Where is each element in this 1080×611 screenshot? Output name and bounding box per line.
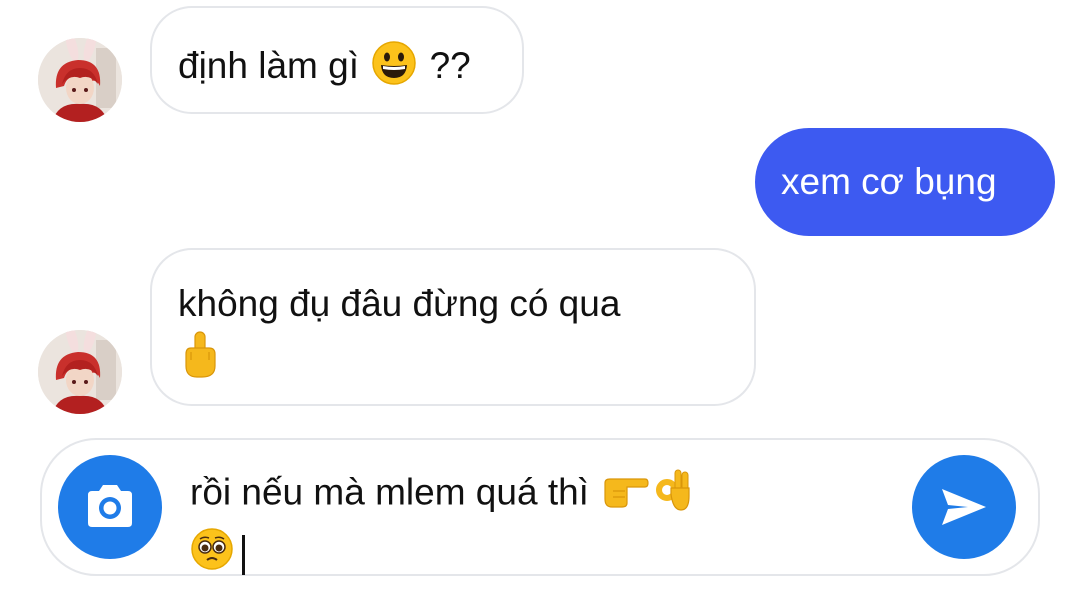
contact-avatar[interactable] — [38, 38, 122, 122]
message-text: xem cơ bụng — [781, 161, 997, 202]
incoming-message-bubble[interactable]: định làm gì ?? — [150, 6, 524, 114]
pleading-face-emoji-icon — [190, 527, 234, 582]
message-input[interactable]: rồi nếu mà mlem quá thì — [190, 466, 890, 582]
camera-button[interactable] — [58, 455, 162, 559]
ok-hand-emoji-icon — [653, 466, 693, 523]
chat-screen: định làm gì ?? xem cơ bụng không đụ đâu … — [0, 0, 1080, 611]
avatar-image — [38, 38, 122, 122]
message-text: định làm gì — [178, 44, 359, 86]
contact-avatar[interactable] — [38, 330, 122, 414]
message-suffix: ?? — [429, 44, 471, 86]
text-cursor — [242, 534, 245, 575]
composer-text: rồi nếu mà mlem quá thì — [190, 471, 589, 513]
pointing-right-emoji-icon — [601, 469, 649, 520]
message-composer: rồi nếu mà mlem quá thì — [40, 438, 1040, 576]
outgoing-message-bubble[interactable]: xem cơ bụng — [755, 128, 1055, 236]
avatar-image — [38, 330, 122, 414]
send-icon — [942, 489, 986, 525]
middle-finger-emoji-icon — [178, 330, 754, 390]
message-text: không đụ đâu đừng có qua — [178, 283, 621, 324]
camera-icon — [88, 485, 132, 527]
incoming-message-bubble[interactable]: không đụ đâu đừng có qua — [150, 248, 756, 406]
send-button[interactable] — [912, 455, 1016, 559]
grinning-face-emoji-icon — [371, 40, 417, 96]
